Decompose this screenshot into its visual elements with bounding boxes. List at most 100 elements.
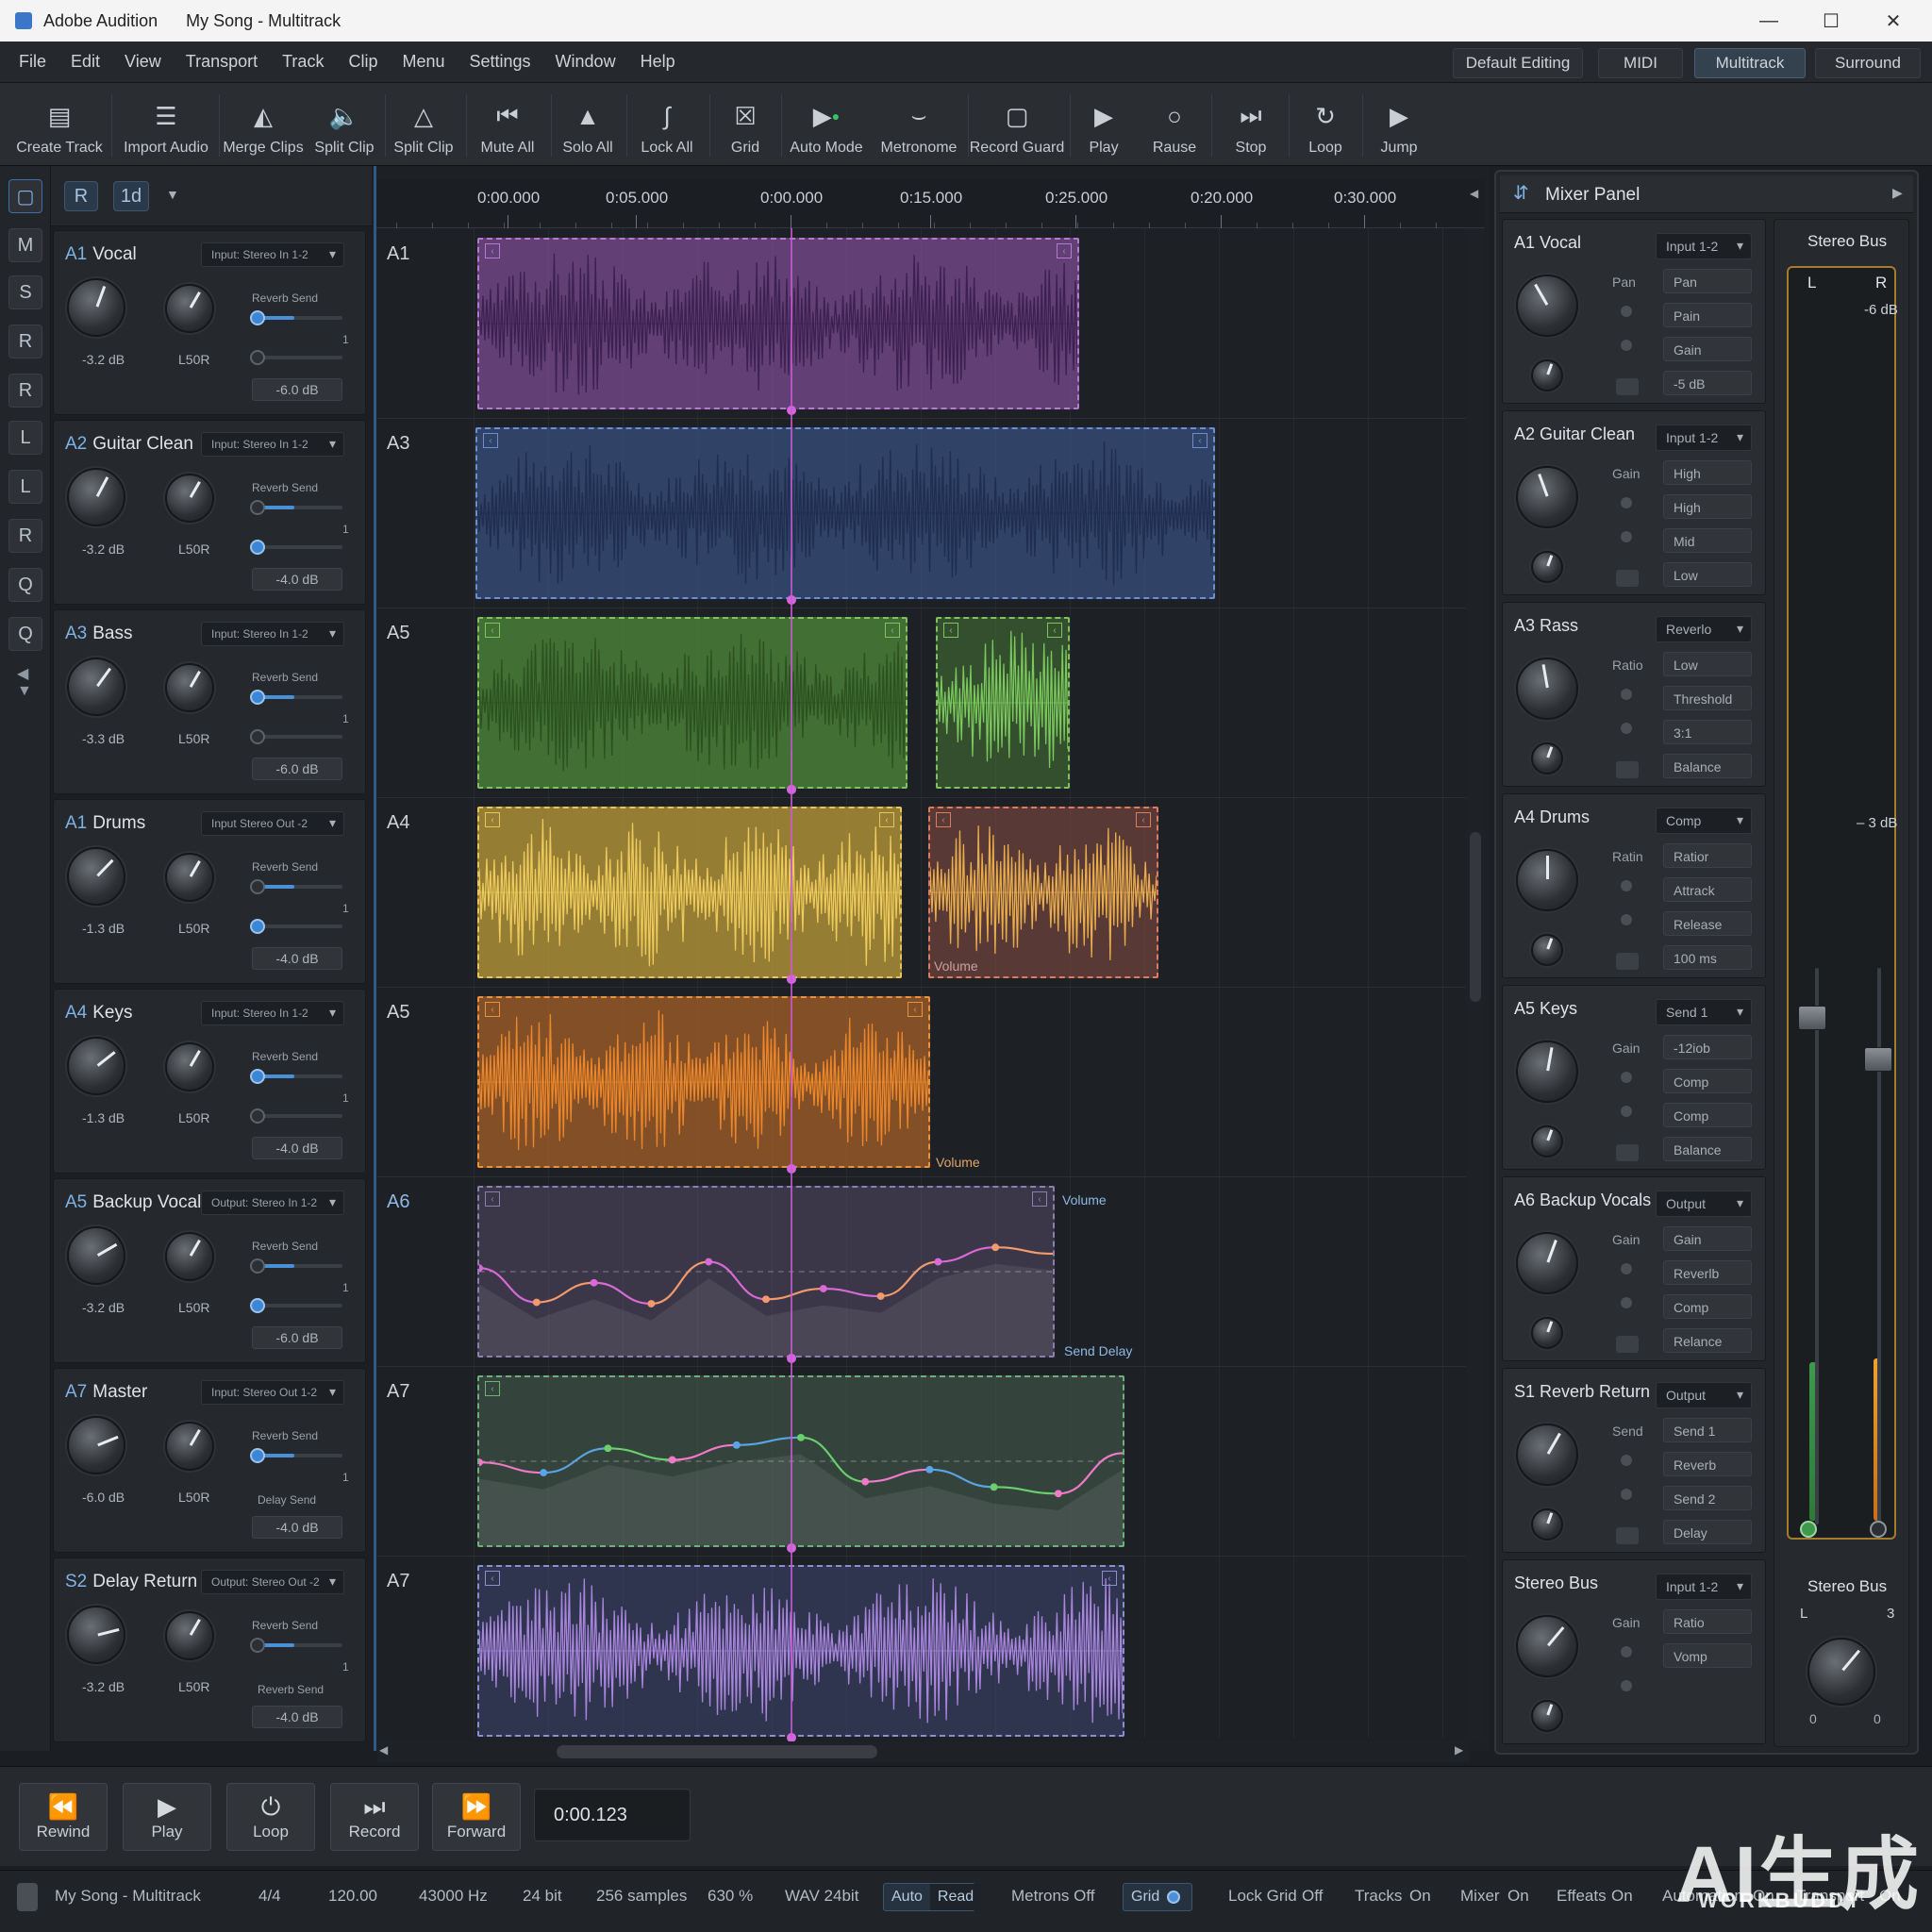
send-db-value[interactable]: -4.0 dB <box>252 1516 342 1539</box>
mixer-param-dot[interactable] <box>1620 1645 1633 1658</box>
mixer-param-dot[interactable] <box>1620 305 1633 318</box>
record-button[interactable]: ⏭ Record <box>330 1783 419 1851</box>
clip-fade-icon[interactable]: ‹ <box>1136 812 1151 827</box>
fader-right-handle[interactable] <box>1864 1047 1892 1072</box>
metronome-button[interactable]: ⌣ Metronome <box>875 91 962 162</box>
mixer-param-dot[interactable] <box>1620 1454 1633 1467</box>
status-bit-depth[interactable]: 24 bit <box>523 1887 562 1906</box>
mixer-trim-knob[interactable] <box>1531 1700 1563 1732</box>
mixer-param-field[interactable]: Relance <box>1663 1328 1752 1353</box>
record-guard-button[interactable]: ▢ Record Guard <box>970 91 1065 162</box>
track-input-dropdown[interactable]: Input: Stereo In 1-2 <box>201 622 344 646</box>
mixer-param-field[interactable]: Low <box>1663 652 1752 676</box>
horizontal-scrollbar[interactable] <box>377 1741 1470 1762</box>
mixer-mute-button[interactable] <box>1616 1336 1639 1353</box>
solo-all-button[interactable]: ▲ Solo All <box>557 91 619 162</box>
transport-loop-button[interactable]: ⏻ Loop <box>226 1783 315 1851</box>
clip-handle-icon[interactable]: ‹ <box>943 623 958 638</box>
mixer-gain-knob[interactable] <box>1516 658 1578 720</box>
send-slider-2-handle[interactable] <box>250 919 265 934</box>
workspace-default-editing[interactable]: Default Editing <box>1453 48 1583 78</box>
pan-knob[interactable] <box>165 1422 214 1471</box>
mixer-param-field[interactable]: Comp <box>1663 1103 1752 1127</box>
mixer-trim-knob[interactable] <box>1531 742 1563 774</box>
send-slider-1[interactable] <box>256 695 342 699</box>
menu-help[interactable]: Help <box>641 52 675 72</box>
send-slider-2[interactable] <box>256 1114 342 1118</box>
mixer-param-dot[interactable] <box>1620 1262 1633 1275</box>
mixer-strip-dropdown[interactable]: Output <box>1656 1382 1752 1408</box>
send-slider-1-handle[interactable] <box>250 1448 265 1463</box>
mixer-param-dot[interactable] <box>1620 1071 1633 1084</box>
status-meter[interactable]: 4/4 <box>258 1887 281 1906</box>
mixer-param-field[interactable]: Reverlb <box>1663 1260 1752 1285</box>
audio-clip[interactable]: ‹ ‹ <box>928 807 1158 978</box>
status-buffer[interactable]: 256 samples <box>596 1887 687 1906</box>
mixer-mute-button[interactable] <box>1616 570 1639 587</box>
mixer-param-dot[interactable] <box>1620 879 1633 892</box>
send-slider-1-handle[interactable] <box>250 1069 265 1084</box>
mixer-param-field[interactable]: Comp <box>1663 1294 1752 1319</box>
mixer-mute-button[interactable] <box>1616 761 1639 778</box>
pause-button[interactable]: ○ Rause <box>1145 91 1204 162</box>
mixer-param-field[interactable]: Ratio <box>1663 1609 1752 1634</box>
menu-view[interactable]: View <box>125 52 161 72</box>
auto-mode-button[interactable]: ▶ ● Auto Mode <box>787 91 866 162</box>
send-slider-2[interactable] <box>256 735 342 739</box>
clip-handle-icon[interactable]: ‹ <box>485 812 500 827</box>
menu-track[interactable]: Track <box>282 52 324 72</box>
mixer-param-dot[interactable] <box>1620 496 1633 509</box>
ruler-scroll-left-icon[interactable]: ◀ <box>1470 187 1478 200</box>
send-db-value[interactable]: -6.0 dB <box>252 378 342 401</box>
send-slider-1-handle[interactable] <box>250 690 265 705</box>
volume-knob[interactable] <box>67 1037 125 1095</box>
clip-handle-icon[interactable]: ‹ <box>485 243 500 258</box>
mixer-param-field[interactable]: Ratior <box>1663 843 1752 868</box>
mixer-trim-knob[interactable] <box>1531 551 1563 583</box>
status-grid-toggle[interactable]: Grid <box>1123 1883 1192 1911</box>
chevron-down-icon[interactable]: ▼ <box>166 187 179 202</box>
arrow-down-icon[interactable]: ▼ <box>17 683 32 700</box>
close-button[interactable]: ✕ <box>1862 0 1924 42</box>
merge-clips-button[interactable]: ◭ Merge Clips <box>223 91 303 162</box>
send-slider-2[interactable] <box>256 356 342 359</box>
mixer-param-field[interactable]: Release <box>1663 911 1752 936</box>
lock-all-button[interactable]: ∫ Lock All <box>632 91 702 162</box>
rewind-button[interactable]: ⏪ Rewind <box>19 1783 108 1851</box>
pan-knob[interactable] <box>165 663 214 712</box>
send-slider-1-handle[interactable] <box>250 879 265 894</box>
send-db-value[interactable]: -6.0 dB <box>252 1326 342 1349</box>
track-input-dropdown[interactable]: Input Stereo Out -2 <box>201 811 344 836</box>
mixer-strip-dropdown[interactable]: Input 1-2 <box>1656 425 1752 451</box>
menu-transport[interactable]: Transport <box>186 52 258 72</box>
mixer-expand-icon[interactable]: ▶ <box>1892 185 1903 201</box>
clip-handle-icon[interactable]: ‹ <box>485 1571 500 1586</box>
timecode-display[interactable]: 0:00.123 <box>534 1789 691 1841</box>
strip-button-l2[interactable]: L <box>8 470 42 504</box>
track-name[interactable]: S2 Delay Return <box>65 1572 197 1592</box>
scroll-left-icon[interactable]: ◀ <box>379 1743 388 1757</box>
mixer-param-field[interactable]: Low <box>1663 562 1752 587</box>
audio-clip[interactable]: ‹ ‹ <box>477 617 908 789</box>
import-audio-button[interactable]: ☰ Import Audio <box>121 91 211 162</box>
send-slider-1[interactable] <box>256 316 342 320</box>
status-tracks-value[interactable]: On <box>1409 1887 1431 1906</box>
stop-button[interactable]: ⏭ Stop <box>1223 91 1279 162</box>
mixer-mute-button[interactable] <box>1616 953 1639 970</box>
workspace-surround[interactable]: Surround <box>1815 48 1921 78</box>
volume-knob[interactable] <box>67 278 125 337</box>
volume-knob[interactable] <box>67 1416 125 1474</box>
mixer-mute-button[interactable] <box>1616 1144 1639 1161</box>
mixer-gain-knob[interactable] <box>1516 275 1578 337</box>
maximize-button[interactable]: ☐ <box>1800 0 1862 42</box>
status-sample-rate[interactable]: 43000 Hz <box>419 1887 488 1906</box>
fader-left-handle[interactable] <box>1798 1006 1826 1030</box>
track-input-dropdown[interactable]: Output: Stereo Out -2 <box>201 1570 344 1594</box>
track-name[interactable]: A1 Drums <box>65 813 145 834</box>
mixer-strip-dropdown[interactable]: Comp <box>1656 808 1752 834</box>
loop-button[interactable]: ↻ Loop <box>1296 91 1355 162</box>
menu-settings[interactable]: Settings <box>470 52 531 72</box>
forward-button[interactable]: ⏩ Forward <box>432 1783 521 1851</box>
mixer-param-field[interactable]: Send 2 <box>1663 1486 1752 1510</box>
strip-button-l1[interactable]: L <box>8 421 42 455</box>
